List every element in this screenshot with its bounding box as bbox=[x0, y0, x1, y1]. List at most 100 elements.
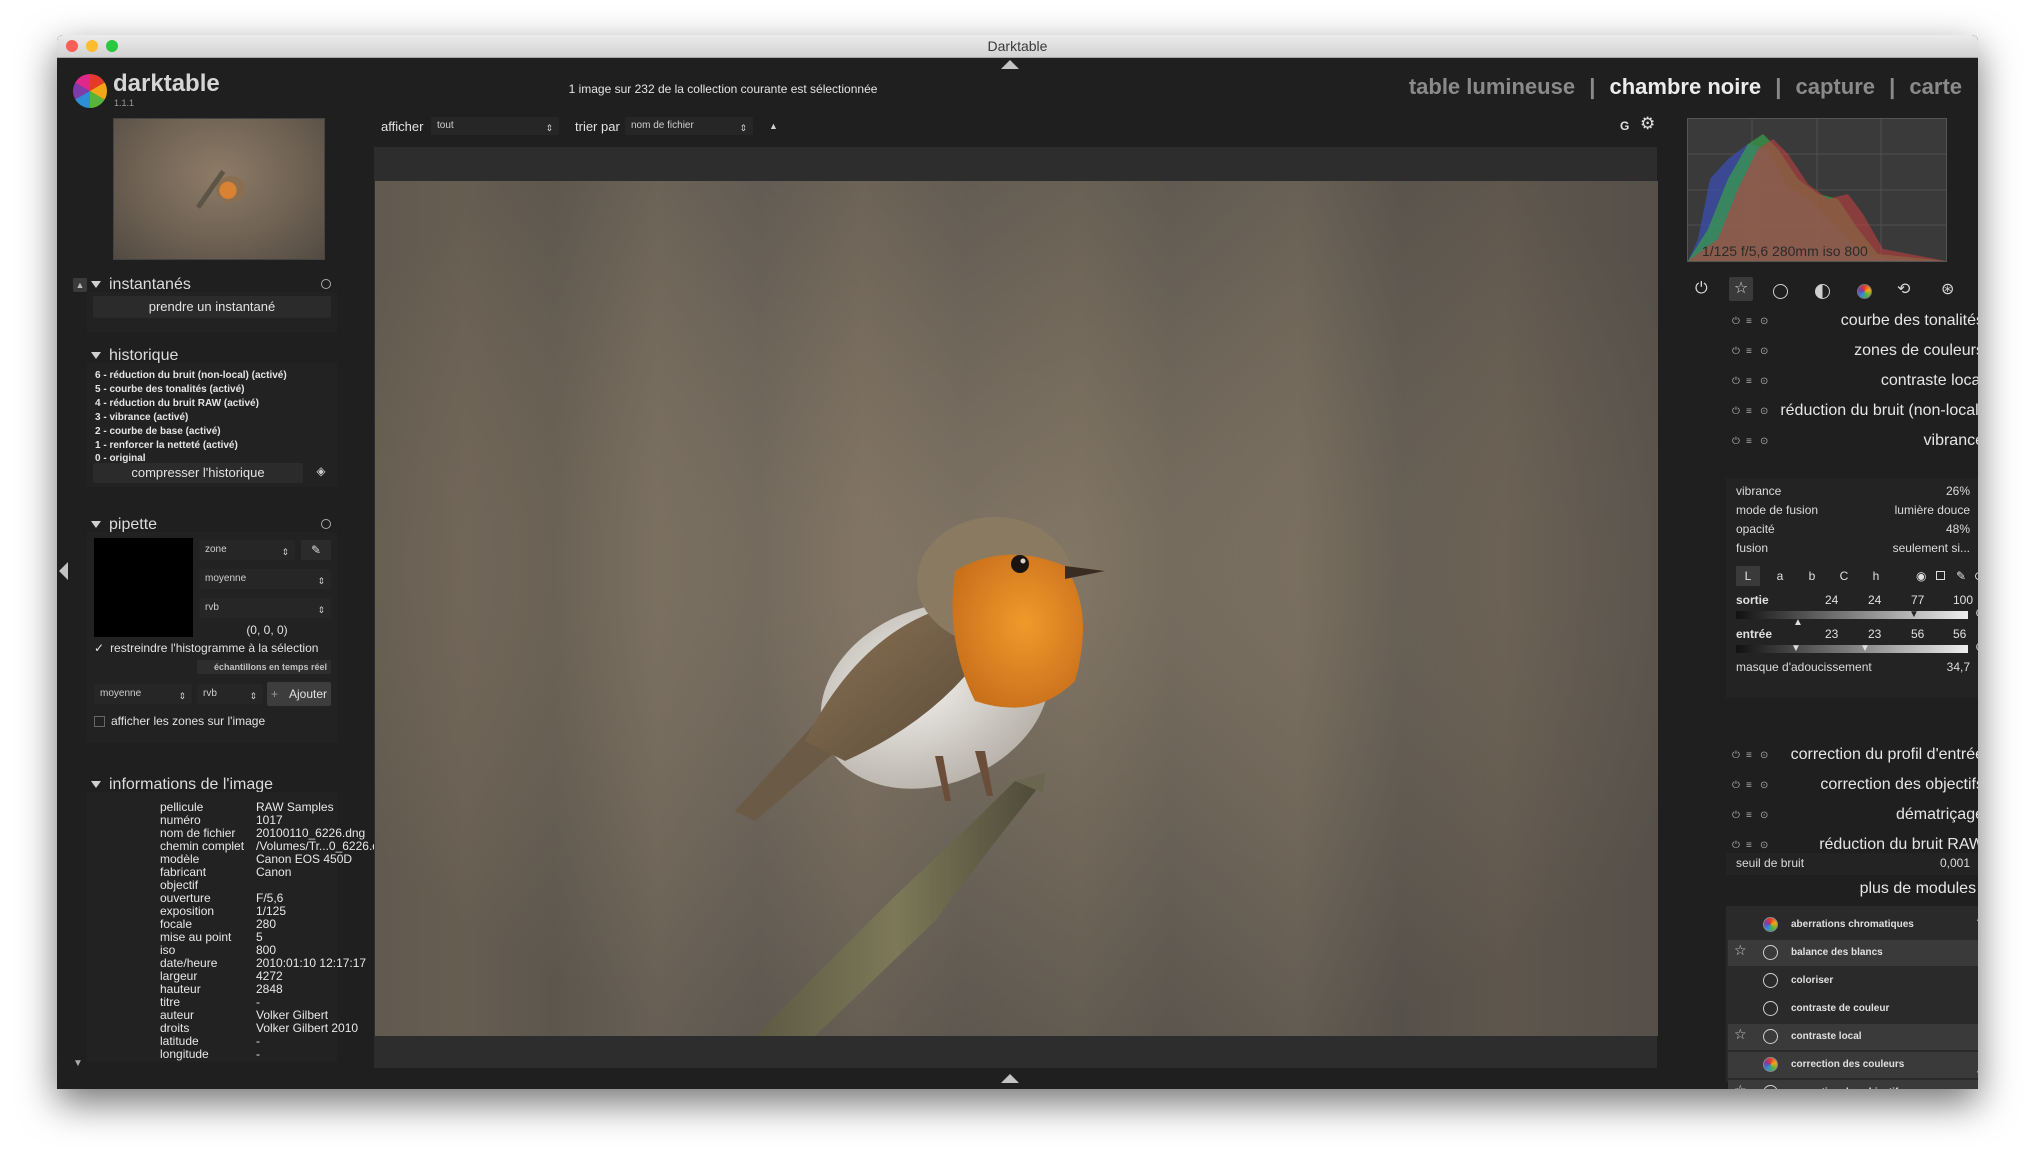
eyedropper-icon[interactable]: ✎ bbox=[301, 540, 331, 560]
module-header[interactable]: ⏻ ≡ ⊙ correction du profil d'entrée bbox=[1726, 741, 1978, 769]
tone-group-icon[interactable] bbox=[1815, 284, 1830, 299]
module-power-icon[interactable]: ⏻ bbox=[1732, 436, 1740, 447]
module-header[interactable]: ⏻ ≡ ⊙ vibrance bbox=[1726, 427, 1978, 455]
module-power-icon[interactable]: ⏻ bbox=[1732, 780, 1740, 791]
module-reset-icon[interactable]: ⊙ bbox=[1760, 346, 1768, 357]
feather-slider[interactable]: masque d'adoucissement 34,7 bbox=[1736, 660, 1978, 674]
left-panel-toggle-icon[interactable] bbox=[59, 562, 68, 580]
channel-tab-c[interactable]: C bbox=[1832, 566, 1856, 586]
module-presets-icon[interactable]: ≡ bbox=[1746, 316, 1752, 327]
show-filter-select[interactable]: tout ⇕ bbox=[431, 117, 559, 135]
module-power-icon[interactable]: ⏻ bbox=[1732, 810, 1740, 821]
reset-channel-icon[interactable]: ⊙ bbox=[1974, 566, 1978, 586]
module-header[interactable]: ⏻ ≡ ⊙ réduction du bruit (non-local) bbox=[1726, 397, 1978, 425]
effects-group-icon[interactable]: ⊛ bbox=[1941, 279, 1954, 299]
output-black-handle[interactable]: ▲ bbox=[1793, 617, 1803, 628]
channel-tab-h[interactable]: h bbox=[1864, 566, 1888, 586]
module-presets-icon[interactable]: ≡ bbox=[1746, 750, 1752, 761]
histogram[interactable]: 1/125 f/5,6 280mm iso 800 bbox=[1687, 118, 1947, 262]
sort-select[interactable]: nom de fichier ⇕ bbox=[625, 117, 753, 135]
module-presets-icon[interactable]: ≡ bbox=[1746, 810, 1752, 821]
blend-fusion-select[interactable]: fusionseulement si...▼ bbox=[1736, 541, 1978, 555]
input-white-handle[interactable]: ▼ bbox=[1860, 643, 1870, 654]
module-presets-icon[interactable]: ≡ bbox=[1746, 840, 1752, 851]
sort-direction-icon[interactable]: ▲ bbox=[769, 121, 778, 131]
module-header[interactable]: ⏻ ≡ ⊙ contraste local bbox=[1726, 367, 1978, 395]
bottom-panel-toggle-icon[interactable] bbox=[1001, 1074, 1019, 1083]
scroll-down-icon[interactable]: ▼ bbox=[73, 1058, 83, 1069]
history-item[interactable]: 6 - réduction du bruit (non-local) (acti… bbox=[95, 369, 287, 383]
picker-stat-select[interactable]: moyenne ⇕ bbox=[199, 569, 331, 589]
module-power-icon[interactable]: ⏻ bbox=[1732, 346, 1740, 357]
input-black-handle[interactable]: ▼ bbox=[1791, 643, 1801, 654]
channel-tab-l[interactable]: L bbox=[1736, 566, 1760, 586]
picker-icon[interactable]: ✎ bbox=[1956, 566, 1966, 586]
module-reset-icon[interactable]: ⊙ bbox=[1760, 376, 1768, 387]
history-item[interactable]: 2 - courbe de base (activé) bbox=[95, 425, 287, 439]
view-lighttable[interactable]: table lumineuse bbox=[1409, 74, 1575, 99]
view-map[interactable]: carte bbox=[1909, 74, 1962, 99]
module-reset-icon[interactable]: ⊙ bbox=[1760, 406, 1768, 417]
show-zones-checkbox[interactable] bbox=[94, 716, 105, 727]
module-presets-icon[interactable]: ≡ bbox=[1746, 376, 1752, 387]
sample-space-select[interactable]: rvb ⇕ bbox=[197, 684, 263, 704]
grouping-button[interactable]: G bbox=[1620, 119, 1629, 133]
module-reset-icon[interactable]: ⊙ bbox=[1760, 436, 1768, 447]
blend-mode-select[interactable]: mode de fusionlumière douce▼ bbox=[1736, 503, 1978, 517]
input-gradient-slider[interactable] bbox=[1736, 645, 1968, 653]
add-sample-button[interactable]: + Ajouter bbox=[267, 682, 331, 706]
color-group-icon[interactable] bbox=[1857, 284, 1872, 299]
compress-history-button[interactable]: compresser l'historique bbox=[93, 463, 303, 483]
history-item[interactable]: 1 - renforcer la netteté (activé) bbox=[95, 439, 287, 453]
module-presets-icon[interactable]: ≡ bbox=[1746, 406, 1752, 417]
module-header[interactable]: ⏻ ≡ ⊙ zones de couleurs bbox=[1726, 337, 1978, 365]
take-snapshot-button[interactable]: prendre un instantané bbox=[93, 296, 331, 318]
channel-tab-b[interactable]: b bbox=[1800, 566, 1824, 586]
history-item[interactable]: 3 - vibrance (activé) bbox=[95, 411, 287, 425]
reset-icon[interactable] bbox=[321, 279, 331, 289]
sample-stat-select[interactable]: moyenne ⇕ bbox=[94, 684, 192, 704]
module-header[interactable]: ⏻ ≡ ⊙ correction des objectifs bbox=[1726, 771, 1978, 799]
history-item[interactable]: 4 - réduction du bruit RAW (activé) bbox=[95, 397, 287, 411]
basic-group-icon[interactable] bbox=[1773, 284, 1788, 299]
scroll-up-icon[interactable]: ▲ bbox=[73, 278, 87, 292]
module-reset-icon[interactable]: ⊙ bbox=[1760, 810, 1768, 821]
module-power-icon[interactable]: ⏻ bbox=[1732, 376, 1740, 387]
output-picker-plus-icon[interactable]: ⊕ bbox=[1975, 605, 1978, 621]
history-item[interactable]: 5 - courbe des tonalités (activé) bbox=[95, 383, 287, 397]
more-modules-header[interactable]: plus de modules▼ bbox=[1797, 880, 1978, 898]
photo-canvas[interactable] bbox=[375, 181, 1658, 1036]
favorite-star-icon[interactable]: ☆ bbox=[1734, 1082, 1747, 1089]
view-darkroom[interactable]: chambre noire bbox=[1610, 74, 1762, 99]
module-power-icon[interactable]: ⏻ bbox=[1732, 840, 1740, 851]
opacity-slider[interactable]: opacité 48% bbox=[1736, 522, 1978, 536]
reset-icon[interactable] bbox=[321, 519, 331, 529]
module-header[interactable]: ⏻ ≡ ⊙ courbe des tonalités bbox=[1726, 307, 1978, 335]
module-reset-icon[interactable]: ⊙ bbox=[1760, 840, 1768, 851]
module-reset-icon[interactable]: ⊙ bbox=[1760, 780, 1768, 791]
module-header[interactable]: ⏻ ≡ ⊙ dématriçage bbox=[1726, 801, 1978, 829]
favorite-star-icon[interactable]: ☆ bbox=[1734, 942, 1747, 959]
module-presets-icon[interactable]: ≡ bbox=[1746, 346, 1752, 357]
favorites-star-icon[interactable]: ☆ bbox=[1729, 277, 1753, 301]
view-tethering[interactable]: capture bbox=[1796, 74, 1875, 99]
power-icon[interactable]: ⏻ bbox=[1695, 280, 1708, 298]
module-reset-icon[interactable]: ⊙ bbox=[1760, 316, 1768, 327]
module-presets-icon[interactable]: ≡ bbox=[1746, 780, 1752, 791]
picker-space-select[interactable]: rvb ⇕ bbox=[199, 598, 331, 618]
module-power-icon[interactable]: ⏻ bbox=[1732, 750, 1740, 761]
correction-group-icon[interactable]: ⟲ bbox=[1897, 279, 1910, 299]
module-presets-icon[interactable]: ≡ bbox=[1746, 436, 1752, 447]
navigation-thumbnail[interactable] bbox=[113, 118, 325, 260]
favorite-star-icon[interactable]: ☆ bbox=[1734, 1026, 1747, 1043]
module-reset-icon[interactable]: ⊙ bbox=[1760, 750, 1768, 761]
top-panel-toggle-icon[interactable] bbox=[1001, 60, 1019, 69]
picker-mode-select[interactable]: zone ⇕ bbox=[199, 540, 295, 560]
style-create-icon[interactable]: ◈ bbox=[313, 464, 329, 480]
scroll-down-icon[interactable]: ▼ bbox=[1975, 1068, 1978, 1078]
noise-threshold-slider[interactable]: seuil de bruit 0,001 bbox=[1736, 856, 1978, 870]
output-gradient-slider[interactable] bbox=[1736, 611, 1968, 619]
mask-display-icon[interactable] bbox=[1936, 571, 1945, 580]
channel-tab-a[interactable]: a bbox=[1768, 566, 1792, 586]
input-picker-plus-icon[interactable]: ⊕ bbox=[1975, 639, 1978, 655]
